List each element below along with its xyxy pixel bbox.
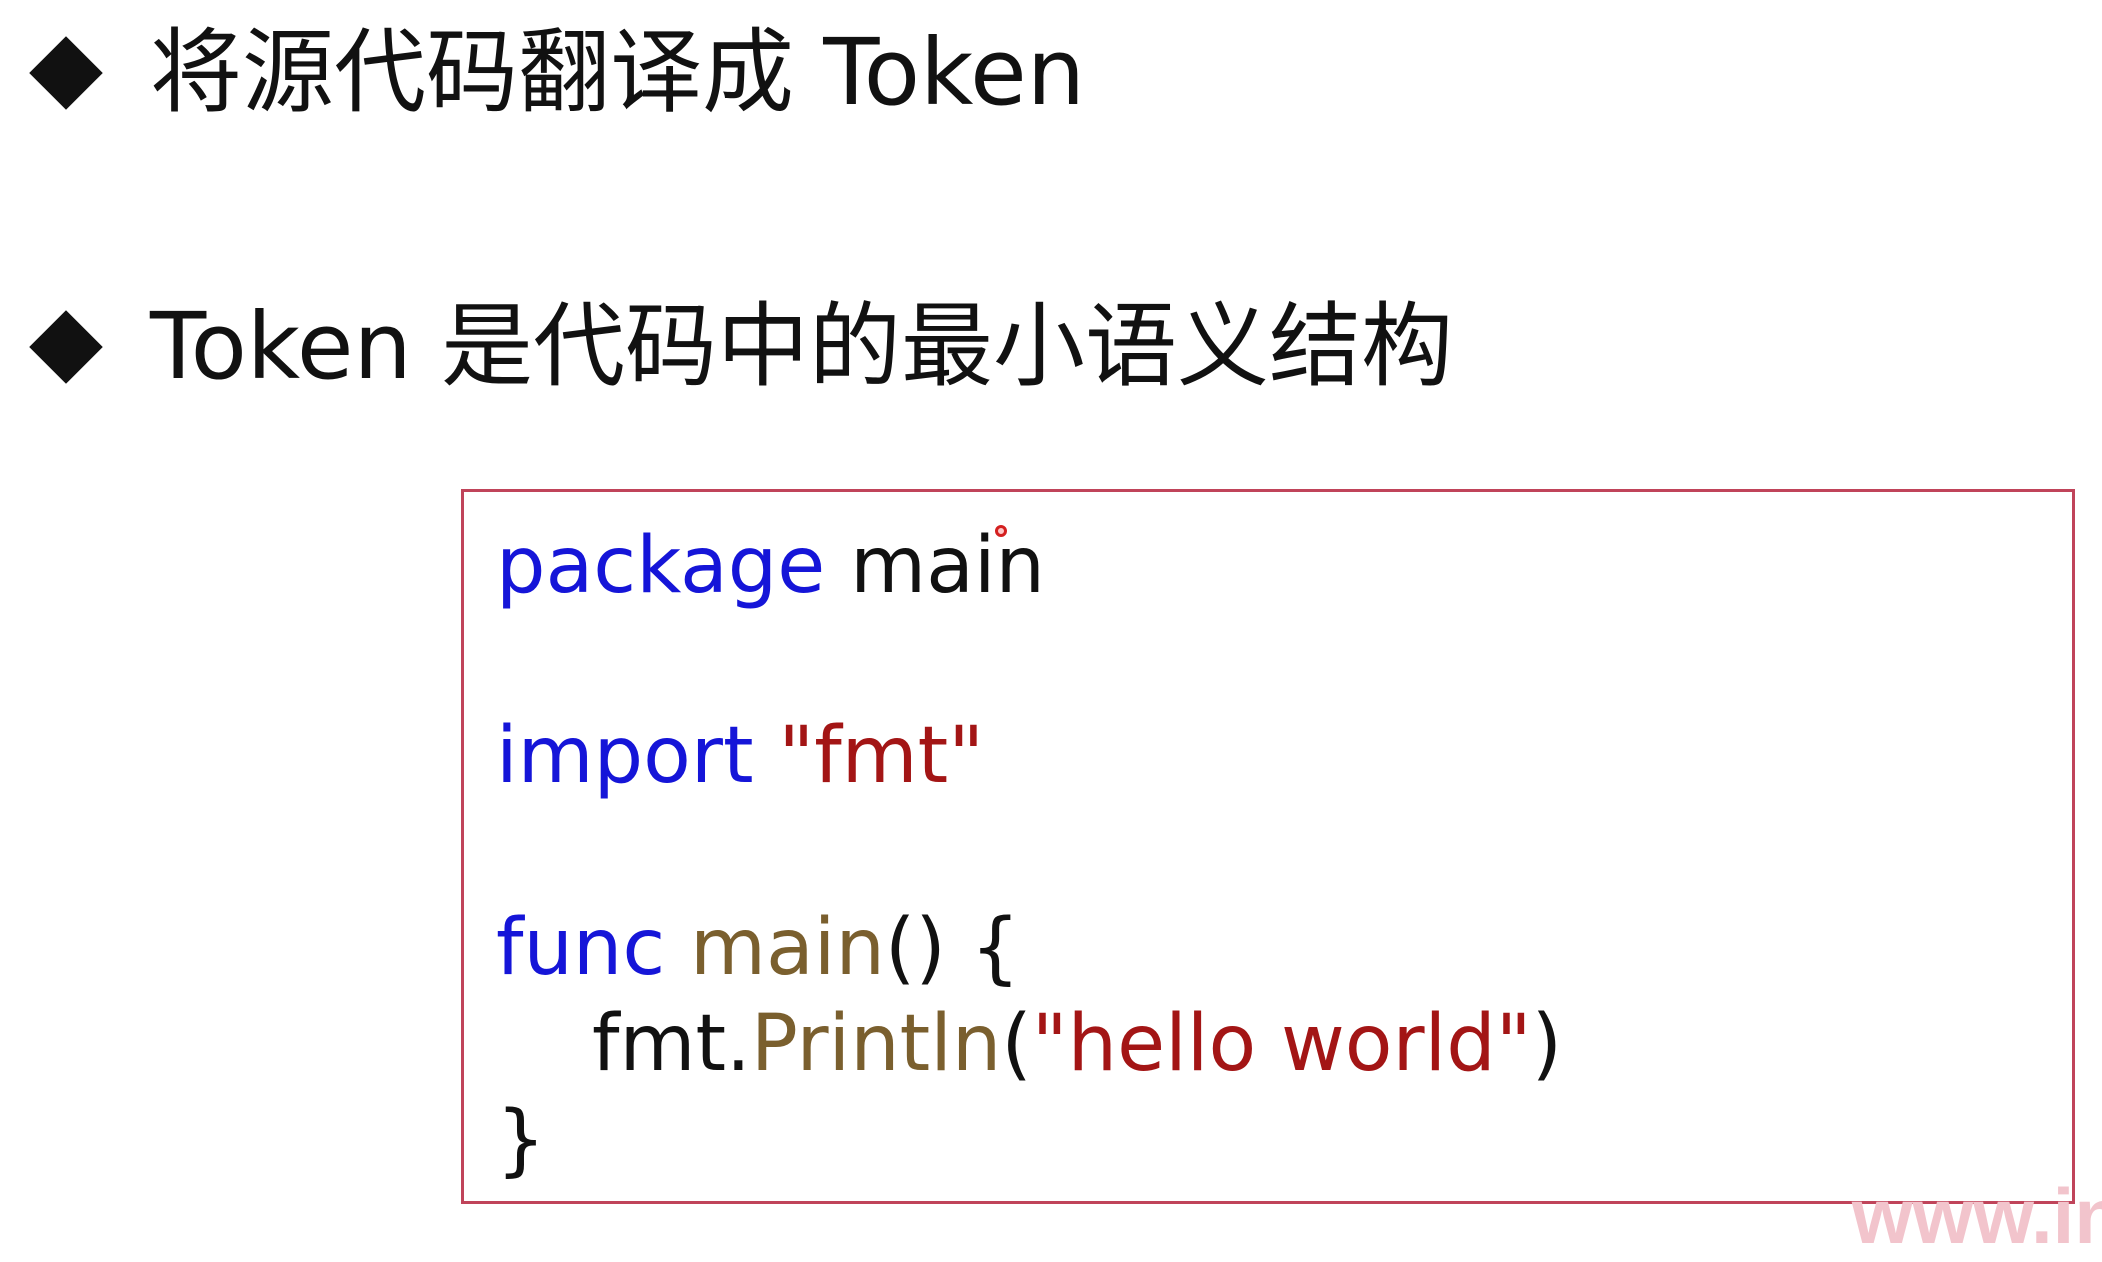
receiver-fmt: fmt. [592, 999, 751, 1089]
code-block: package main import "fmt" func main() { … [461, 489, 2075, 1204]
import-string: "fmt" [778, 711, 985, 801]
package-name: main [825, 521, 1045, 611]
diamond-bullet-icon [29, 36, 103, 110]
code-line-func: func main() { [496, 900, 1020, 996]
bullet-item-1: 将源代码翻译成 Token [28, 18, 1085, 128]
paren-close: ) [1531, 999, 1563, 1089]
println-string: "hello world" [1031, 999, 1532, 1089]
function-name: main [690, 903, 885, 993]
keyword-func: func [496, 903, 666, 993]
watermark: www.in [1851, 1172, 2102, 1260]
import-space [754, 711, 779, 801]
code-line-import: import "fmt" [496, 708, 984, 804]
keyword-import: import [496, 711, 754, 801]
code-line-package: package main [496, 518, 1045, 614]
keyword-package: package [496, 521, 826, 611]
func-space [665, 903, 690, 993]
func-signature: () { [884, 903, 1021, 993]
bullet-item-2: Token 是代码中的最小语义结构 [28, 292, 1453, 402]
pointer-cursor-icon [995, 525, 1007, 537]
bullet-text-2: Token 是代码中的最小语义结构 [150, 293, 1454, 400]
closing-brace: } [496, 1095, 546, 1185]
diamond-bullet-icon [29, 310, 103, 384]
bullet-text-1: 将源代码翻译成 Token [150, 19, 1086, 126]
paren-open: ( [1001, 999, 1032, 1089]
code-line-close-brace: } [496, 1092, 546, 1188]
code-line-println: fmt.Println("hello world") [592, 996, 1562, 1092]
method-println: Println [750, 999, 1002, 1089]
